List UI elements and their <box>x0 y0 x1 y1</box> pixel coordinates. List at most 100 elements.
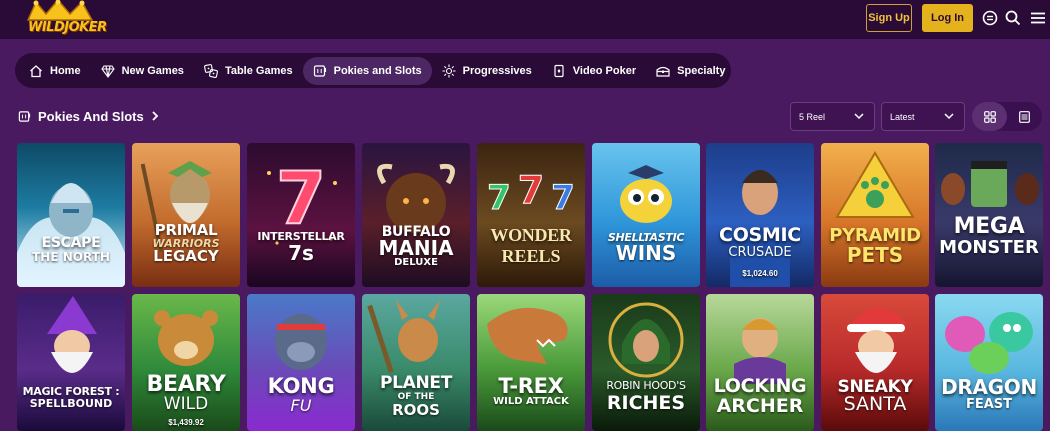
cards-icon <box>554 64 564 77</box>
game-subtitle-2: LEGACY <box>153 247 219 265</box>
game-tile-magic-forest-spellbound[interactable]: MAGIC FOREST : SPELLBOUND <box>17 294 125 431</box>
grid-view-button[interactable] <box>972 102 1007 131</box>
game-title: LOCKING <box>713 375 807 397</box>
game-subtitle: SANTA <box>843 393 907 415</box>
nav-item-label: New Games <box>121 64 184 77</box>
nav-item-label: Specialty <box>677 64 726 77</box>
game-subtitle: 7s <box>288 241 314 265</box>
game-subtitle: CRUSADE <box>728 245 792 260</box>
game-tile-buffalo-mania-deluxe[interactable]: BUFFALO MANIA DELUXE <box>362 143 470 287</box>
nav-item-pokies-and-slots[interactable]: Pokies and Slots <box>302 56 432 85</box>
chest-icon <box>656 66 670 77</box>
game-subtitle: ARCHER <box>716 395 804 417</box>
list-view-button[interactable] <box>1007 102 1042 131</box>
game-subtitle: THE NORTH <box>32 250 110 264</box>
game-tile-interstellar-7s[interactable]: 7 INTERSTELLAR 7s <box>247 143 355 287</box>
reel-filter-select[interactable]: 5 Reel <box>790 102 875 131</box>
nav-item-label: Video Poker <box>572 64 637 77</box>
game-subtitle: PETS <box>846 243 904 267</box>
game-subtitle: WILD ATTACK <box>493 396 569 407</box>
grid-view-icon <box>983 110 996 123</box>
category-nav: Home New Games Table Games Pokies and Sl… <box>15 53 731 88</box>
pufferfish-art <box>620 165 672 223</box>
space-hero-art <box>730 170 790 287</box>
nav-item-progressives[interactable]: Progressives <box>432 57 542 85</box>
game-title: WONDER <box>490 225 572 245</box>
nav-item-table-games[interactable]: Table Games <box>194 57 303 85</box>
game-subtitle: REELS <box>501 246 561 266</box>
primal-warrior-art <box>140 161 212 253</box>
lucky-seven-art: 7 <box>267 155 337 245</box>
svg-text:7: 7 <box>276 156 326 240</box>
svg-text:7: 7 <box>551 178 575 218</box>
game-tile-locking-archer[interactable]: LOCKING ARCHER <box>706 294 814 431</box>
home-icon <box>30 64 42 77</box>
menu-icon[interactable] <box>1030 10 1046 26</box>
game-tile-kong-fu[interactable]: KONG FU <box>247 294 355 431</box>
section-title-label: Pokies And Slots <box>38 108 144 124</box>
search-icon[interactable] <box>1005 10 1021 26</box>
game-title: DRAGON <box>941 375 1037 399</box>
game-tile-t-rex-wild-attack[interactable]: T-REX WILD ATTACK <box>477 294 585 431</box>
game-title: BEARY <box>146 372 226 397</box>
game-tile-cosmic-crusade[interactable]: COSMIC CRUSADE $1,024.60 <box>706 143 814 287</box>
chat-icon[interactable] <box>982 10 998 26</box>
sort-value: Latest <box>890 111 915 122</box>
game-tile-shelltastic-wins[interactable]: SHELLTASTIC WINS <box>592 143 700 287</box>
nav-item-new-games[interactable]: New Games <box>91 57 194 85</box>
game-tile-sneaky-santa[interactable]: SNEAKY SANTA <box>821 294 929 431</box>
nav-item-label: Pokies and Slots <box>333 64 422 77</box>
chevron-down-icon <box>854 113 864 120</box>
logo-text: WILDJOKER <box>28 20 107 35</box>
chevron-right-icon <box>152 111 158 121</box>
nav-item-video-poker[interactable]: Video Poker <box>542 57 646 85</box>
nav-item-home[interactable]: Home <box>19 57 91 85</box>
game-tile-wonder-reels[interactable]: 7 7 7 WONDER REELS <box>477 143 585 287</box>
top-bar: WILDJOKER Sign Up Log In <box>0 0 1050 39</box>
game-subtitle: SPELLBOUND <box>29 397 113 410</box>
crown-icon <box>26 0 94 21</box>
game-tile-pyramid-pets[interactable]: PYRAMID PETS <box>821 143 929 287</box>
slot-machine-icon <box>18 110 31 122</box>
game-title: PLANET <box>379 373 453 393</box>
svg-text:7: 7 <box>487 178 511 218</box>
sort-select[interactable]: Latest <box>881 102 965 131</box>
slot-machine-icon <box>313 64 326 77</box>
chevron-down-icon <box>944 113 954 120</box>
log-in-button[interactable]: Log In <box>922 4 973 32</box>
jackpot-amount: $1,024.60 <box>742 269 778 278</box>
reel-filter-value: 5 Reel <box>799 111 826 122</box>
game-tile-beary-wild[interactable]: BEARY WILD $1,439.92 <box>132 294 240 431</box>
game-title: ESCAPE <box>41 235 101 251</box>
section-title[interactable]: Pokies And Slots <box>18 106 159 126</box>
game-tile-mega-monster[interactable]: MEGA MONSTER <box>935 143 1043 287</box>
dice-icon <box>204 63 218 78</box>
game-tile-primal-warriors-legacy[interactable]: PRIMAL WARRIORS LEGACY <box>132 143 240 287</box>
nav-item-label: Table Games <box>224 64 293 77</box>
diamond-icon <box>100 64 115 78</box>
game-title: COSMIC <box>719 224 801 246</box>
game-subtitle: MANIA <box>378 236 454 260</box>
sign-up-button[interactable]: Sign Up <box>866 4 912 32</box>
dinosaur-art <box>487 307 568 364</box>
svg-text:7: 7 <box>518 168 544 212</box>
game-title: MEGA <box>953 214 1025 239</box>
game-tile-planet-of-the-roos[interactable]: PLANET OF THE ROOS <box>362 294 470 431</box>
logo[interactable]: WILDJOKER <box>22 0 107 39</box>
game-subtitle: RICHES <box>606 392 686 414</box>
jackpot-amount: $1,439.92 <box>168 418 204 427</box>
game-subtitle: FU <box>290 396 312 415</box>
game-tile-escape-the-north[interactable]: ESCAPE THE NORTH <box>17 143 125 287</box>
nav-item-label: Progressives <box>462 64 532 77</box>
nav-item-label: Home <box>50 64 81 77</box>
game-subtitle: FEAST <box>965 397 1013 412</box>
game-subtitle-2: DELUXE <box>394 257 438 268</box>
game-tile-dragon-feast[interactable]: DRAGON FEAST <box>935 294 1043 431</box>
ice-warrior-art <box>17 183 125 287</box>
sparkle-icon <box>442 64 456 77</box>
game-tile-robin-hoods-riches[interactable]: ROBIN HOOD'S RICHES <box>592 294 700 431</box>
game-subtitle: WINS <box>615 241 677 265</box>
game-subtitle-2: ROOS <box>392 401 440 419</box>
game-title: MAGIC FOREST : <box>22 385 120 398</box>
nav-item-specialty[interactable]: Specialty <box>646 57 735 85</box>
